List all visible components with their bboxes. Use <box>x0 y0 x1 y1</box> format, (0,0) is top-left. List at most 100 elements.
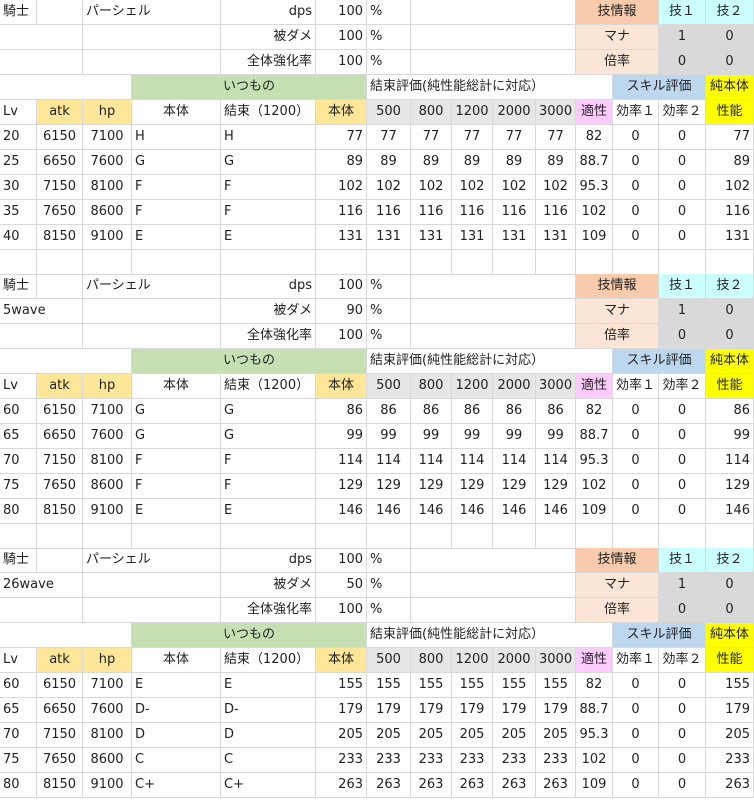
row-pure-score[interactable]: 233 <box>706 748 754 773</box>
row-body-grade[interactable]: G <box>132 424 221 449</box>
col-bond-header[interactable]: 結束（1200） <box>221 100 316 125</box>
row-bond-score[interactable]: 114 <box>452 449 493 474</box>
cell[interactable] <box>411 274 576 299</box>
col-bond-header[interactable]: 結束（1200） <box>221 374 316 399</box>
row-body-score[interactable]: 89 <box>316 150 367 175</box>
cell[interactable] <box>0 324 83 349</box>
cell[interactable] <box>0 75 132 100</box>
row-body-score[interactable]: 77 <box>316 125 367 150</box>
empty-cell[interactable] <box>0 524 37 549</box>
col-bond-0-header[interactable]: 500 <box>367 374 411 399</box>
row-pure-score[interactable]: 99 <box>706 424 754 449</box>
row-bond-grade[interactable]: G <box>221 150 316 175</box>
row-body-score[interactable]: 131 <box>316 225 367 250</box>
row-bond-score[interactable]: 179 <box>536 698 576 723</box>
empty-cell[interactable] <box>493 524 536 549</box>
row-bond-score[interactable]: 179 <box>411 698 452 723</box>
empty-cell[interactable] <box>221 524 316 549</box>
row-bond-score[interactable]: 99 <box>493 424 536 449</box>
dps-label[interactable]: dps <box>221 548 316 573</box>
row-atk[interactable]: 7150 <box>37 449 83 474</box>
row-bond-score[interactable]: 131 <box>452 225 493 250</box>
usual-header[interactable]: いつもの <box>132 75 367 100</box>
skill-eval-header[interactable]: スキル評価 <box>613 349 706 374</box>
cell[interactable] <box>37 274 83 299</box>
skill-info-header[interactable]: 技情報 <box>576 548 659 573</box>
row-body-grade[interactable]: F <box>132 175 221 200</box>
row-pure-score[interactable]: 89 <box>706 150 754 175</box>
global-boost-label[interactable]: 全体強化率 <box>221 50 316 75</box>
col-body-header[interactable]: 本体 <box>132 100 221 125</box>
empty-cell[interactable] <box>576 524 613 549</box>
row-eff1[interactable]: 0 <box>613 449 659 474</box>
empty-cell[interactable] <box>411 250 452 275</box>
empty-cell[interactable] <box>367 524 411 549</box>
empty-cell[interactable] <box>576 250 613 275</box>
row-body-score[interactable]: 263 <box>316 773 367 798</box>
global-boost-value[interactable]: 100 <box>316 324 367 349</box>
row-bond-score[interactable]: 129 <box>536 474 576 499</box>
row-bond-score[interactable]: 179 <box>452 698 493 723</box>
col-body-header[interactable]: 本体 <box>132 648 221 673</box>
empty-cell[interactable] <box>316 250 367 275</box>
row-aptitude[interactable]: 109 <box>576 499 613 524</box>
row-bond-score[interactable]: 233 <box>411 748 452 773</box>
col-bond-3-header[interactable]: 2000 <box>493 100 536 125</box>
col-eff2-header[interactable]: 効率２ <box>659 100 706 125</box>
skill1-header[interactable]: 技１ <box>659 548 706 573</box>
col-bond-4-header[interactable]: 3000 <box>536 648 576 673</box>
row-bond-score[interactable]: 129 <box>452 474 493 499</box>
cell[interactable] <box>411 0 576 25</box>
row-eff2[interactable]: 0 <box>659 723 706 748</box>
row-bond-score[interactable]: 179 <box>493 698 536 723</box>
row-lv[interactable]: 60 <box>0 673 37 698</box>
row-bond-score[interactable]: 86 <box>367 399 411 424</box>
col-lv-header[interactable]: Lv <box>0 100 37 125</box>
row-eff1[interactable]: 0 <box>613 424 659 449</box>
row-bond-score[interactable]: 99 <box>536 424 576 449</box>
row-hp[interactable]: 8600 <box>83 748 132 773</box>
damage-taken-value[interactable]: 100 <box>316 25 367 50</box>
row-bond-score[interactable]: 146 <box>367 499 411 524</box>
row-aptitude[interactable]: 82 <box>576 399 613 424</box>
col-pure-header[interactable]: 性能 <box>706 648 754 673</box>
row-body-score[interactable]: 99 <box>316 424 367 449</box>
row-eff1[interactable]: 0 <box>613 773 659 798</box>
row-aptitude[interactable]: 109 <box>576 773 613 798</box>
multiplier-label[interactable]: 倍率 <box>576 50 659 75</box>
dps-value[interactable]: 100 <box>316 548 367 573</box>
row-lv[interactable]: 20 <box>0 125 37 150</box>
empty-cell[interactable] <box>221 250 316 275</box>
row-hp[interactable]: 8100 <box>83 175 132 200</box>
row-bond-score[interactable]: 129 <box>411 474 452 499</box>
row-eff1[interactable]: 0 <box>613 698 659 723</box>
row-bond-score[interactable]: 77 <box>536 125 576 150</box>
col-eff1-header[interactable]: 効率１ <box>613 374 659 399</box>
cell[interactable] <box>411 598 576 623</box>
col-bond-4-header[interactable]: 3000 <box>536 100 576 125</box>
row-bond-score[interactable]: 89 <box>367 150 411 175</box>
row-bond-score[interactable]: 155 <box>493 673 536 698</box>
col-hp-header[interactable]: hp <box>83 374 132 399</box>
row-bond-score[interactable]: 116 <box>452 200 493 225</box>
row-bond-score[interactable]: 263 <box>536 773 576 798</box>
row-bond-score[interactable]: 146 <box>536 499 576 524</box>
row-body-score[interactable]: 129 <box>316 474 367 499</box>
col-hp-header[interactable]: hp <box>83 100 132 125</box>
cell[interactable] <box>0 349 132 374</box>
bond-eval-header[interactable]: 結束評価(純性能総計に対応） <box>367 623 613 648</box>
skill2-header[interactable]: 技２ <box>706 548 754 573</box>
dps-label[interactable]: dps <box>221 0 316 25</box>
row-bond-grade[interactable]: F <box>221 474 316 499</box>
skill-eval-header[interactable]: スキル評価 <box>613 623 706 648</box>
row-body-grade[interactable]: F <box>132 200 221 225</box>
row-eff2[interactable]: 0 <box>659 773 706 798</box>
row-lv[interactable]: 70 <box>0 723 37 748</box>
row-body-grade[interactable]: H <box>132 125 221 150</box>
row-bond-grade[interactable]: E <box>221 499 316 524</box>
wave-label[interactable] <box>0 25 83 50</box>
row-aptitude[interactable]: 102 <box>576 748 613 773</box>
row-eff1[interactable]: 0 <box>613 150 659 175</box>
row-eff1[interactable]: 0 <box>613 399 659 424</box>
row-pure-score[interactable]: 263 <box>706 773 754 798</box>
